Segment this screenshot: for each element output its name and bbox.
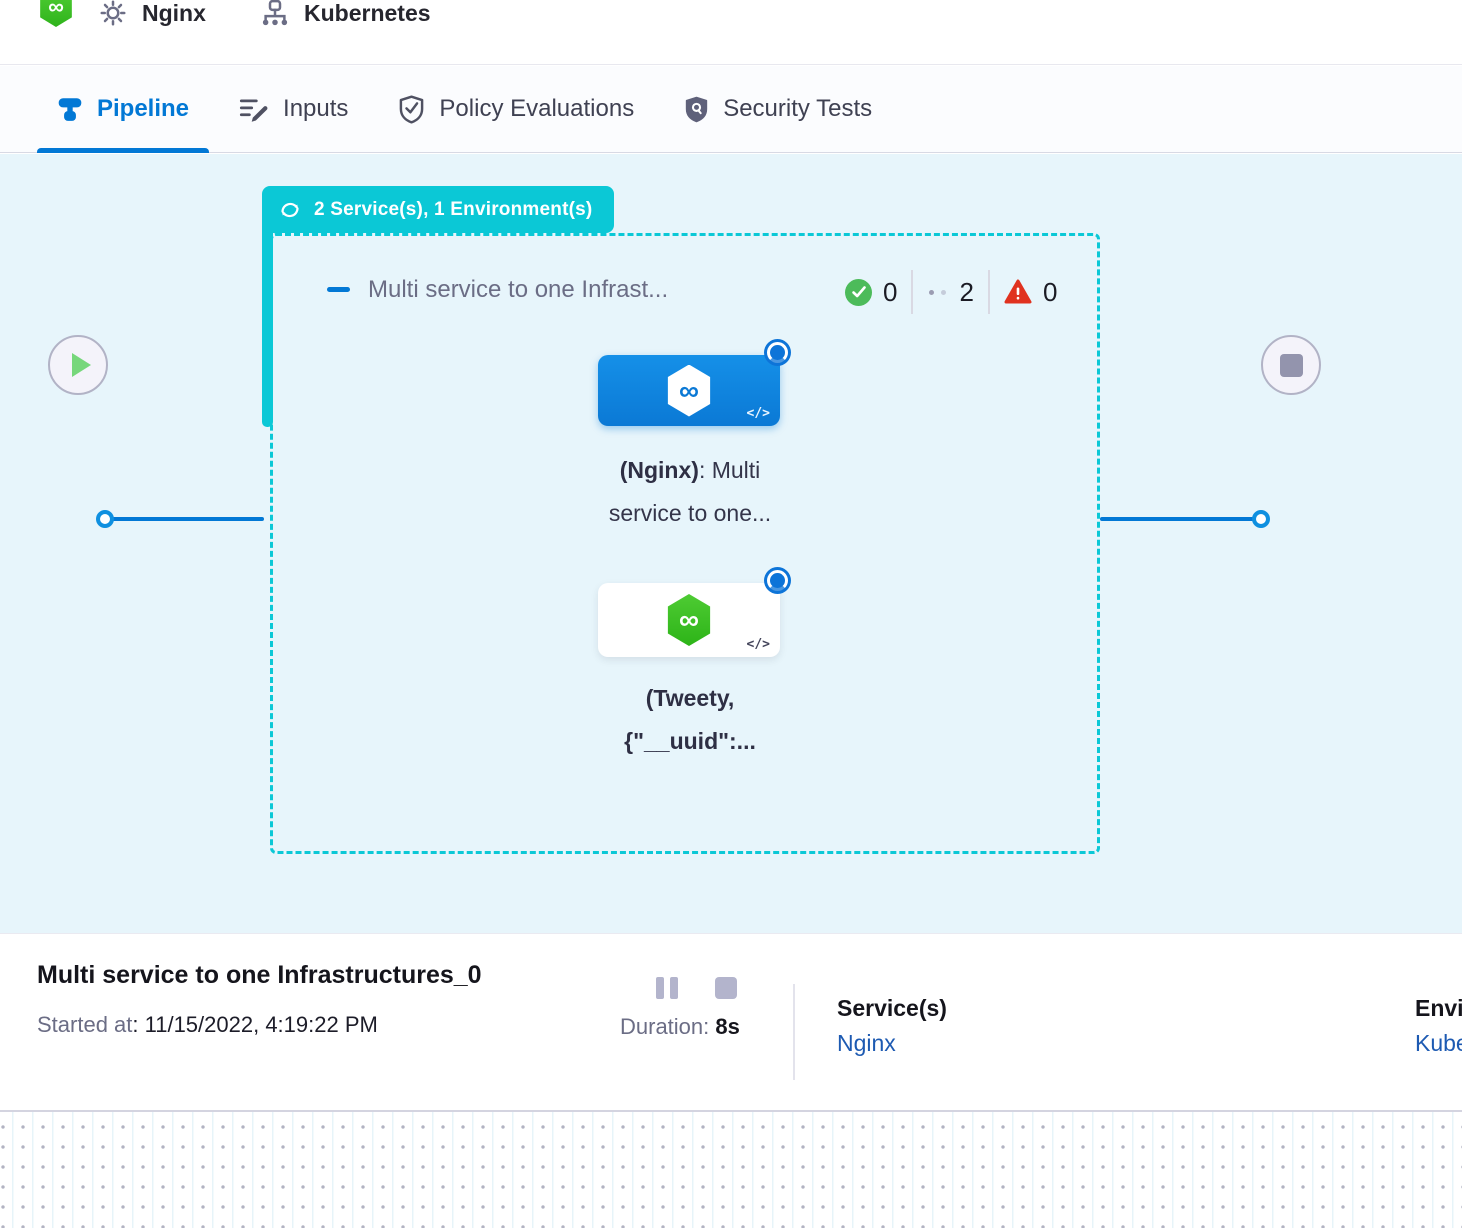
duration-row: Duration: 8s <box>620 1014 740 1040</box>
execution-header-bar: ∞ Nginx Kubernetes <box>0 0 1462 65</box>
header-environment-name: Kubernetes <box>304 0 431 27</box>
loop-icon <box>278 198 302 222</box>
running-dots-icon <box>927 290 948 295</box>
environments-meta-block: Environment(s) Kubernetes <box>1415 991 1462 1061</box>
execution-tab-bar: Pipeline Inputs Policy Evaluations <box>0 66 1462 153</box>
infinity-glyph: ∞ <box>679 375 699 407</box>
tab-inputs-label: Inputs <box>283 95 348 123</box>
service-node-nginx[interactable]: ∞ </> <box>598 355 780 426</box>
connector-left <box>106 517 264 521</box>
environments-label: Environment(s) <box>1415 991 1462 1025</box>
security-shield-icon <box>684 95 709 124</box>
started-at-label: Started at <box>37 1012 132 1037</box>
abort-button[interactable] <box>715 977 737 999</box>
stage-collapse-button[interactable] <box>327 287 350 292</box>
header-environment-item: Kubernetes <box>260 0 431 36</box>
tab-pipeline[interactable]: Pipeline <box>57 66 189 152</box>
header-service-name: Nginx <box>142 0 206 27</box>
environments-value-link[interactable]: Kubernetes <box>1415 1025 1462 1061</box>
pipeline-start-node <box>48 335 108 395</box>
connector-port-right <box>1252 510 1270 528</box>
failed-count: 0 <box>1043 277 1057 308</box>
stage-group-badge[interactable]: 2 Service(s), 1 Environment(s) <box>262 186 614 233</box>
pipeline-execution-page: ∞ Nginx Kubernetes <box>0 0 1462 1228</box>
stage-status-counts: 0 2 0 <box>845 269 1057 315</box>
infinity-glyph: ∞ <box>48 0 64 18</box>
tab-policy-evaluations[interactable]: Policy Evaluations <box>398 66 634 152</box>
infrastructure-icon <box>260 0 290 28</box>
services-meta-block: Service(s) Nginx <box>837 991 947 1061</box>
duration-label: Duration: <box>620 1014 715 1039</box>
pipeline-end-node <box>1261 335 1321 395</box>
started-at-row: Started at: 11/15/2022, 4:19:22 PM <box>37 1012 378 1038</box>
tab-security-tests-label: Security Tests <box>723 95 872 123</box>
running-count: 2 <box>959 277 973 308</box>
pipeline-icon <box>57 95 83 123</box>
tab-inputs[interactable]: Inputs <box>239 66 348 152</box>
running-spinner-badge <box>764 339 791 366</box>
services-label: Service(s) <box>837 991 947 1025</box>
code-icon: </> <box>747 637 770 652</box>
inputs-icon <box>239 95 269 123</box>
started-at-value: : 11/15/2022, 4:19:22 PM <box>132 1012 377 1037</box>
running-spinner-badge <box>764 567 791 594</box>
footer-divider <box>793 984 795 1080</box>
harness-service-logo-icon: ∞ <box>38 0 74 27</box>
service-name-line2: {"__uuid":... <box>624 728 756 754</box>
stage-title[interactable]: Multi service to one Infrast... <box>368 276 668 304</box>
service-name-line2: service to one... <box>609 500 771 526</box>
pause-button[interactable] <box>656 977 678 999</box>
services-value-link[interactable]: Nginx <box>837 1025 947 1061</box>
tab-policy-evaluations-label: Policy Evaluations <box>439 95 634 123</box>
stats-divider <box>911 270 913 314</box>
execution-summary-bar: Multi service to one Infrastructures_0 S… <box>0 933 1462 1110</box>
stage-group-badge-label: 2 Service(s), 1 Environment(s) <box>314 199 592 221</box>
policy-shield-icon <box>398 95 425 124</box>
service-node-tweety[interactable]: ∞ </> <box>598 583 780 657</box>
success-check-icon <box>845 279 872 306</box>
stage-group-spine <box>262 214 273 427</box>
service-node-tweety-label: (Tweety, {"__uuid":... <box>540 677 840 763</box>
service-node-nginx-label: (Nginx): Multi service to one... <box>540 449 840 535</box>
pipeline-canvas: 2 Service(s), 1 Environment(s) Multi ser… <box>0 154 1462 933</box>
tab-pipeline-label: Pipeline <box>97 95 189 123</box>
infinity-glyph: ∞ <box>679 604 699 636</box>
play-icon <box>72 353 91 377</box>
tab-security-tests[interactable]: Security Tests <box>684 66 872 152</box>
header-service-item: Nginx <box>98 0 206 36</box>
duration-value: 8s <box>715 1014 739 1039</box>
success-count: 0 <box>883 277 897 308</box>
service-name-bold: (Nginx) <box>620 457 699 483</box>
console-grid-area <box>0 1110 1462 1228</box>
service-name-bold: (Tweety, <box>646 685 735 711</box>
stats-divider <box>988 270 990 314</box>
gear-icon <box>98 0 128 28</box>
harness-hexagon-icon: ∞ <box>665 365 713 417</box>
connector-right <box>1100 517 1256 521</box>
harness-hexagon-icon: ∞ <box>665 594 713 646</box>
code-icon: </> <box>747 406 770 421</box>
failed-warning-icon <box>1004 279 1032 305</box>
execution-title: Multi service to one Infrastructures_0 <box>37 961 482 990</box>
service-name-rest: : Multi <box>699 457 760 483</box>
stop-icon <box>1280 354 1303 377</box>
connector-port-left <box>96 510 114 528</box>
